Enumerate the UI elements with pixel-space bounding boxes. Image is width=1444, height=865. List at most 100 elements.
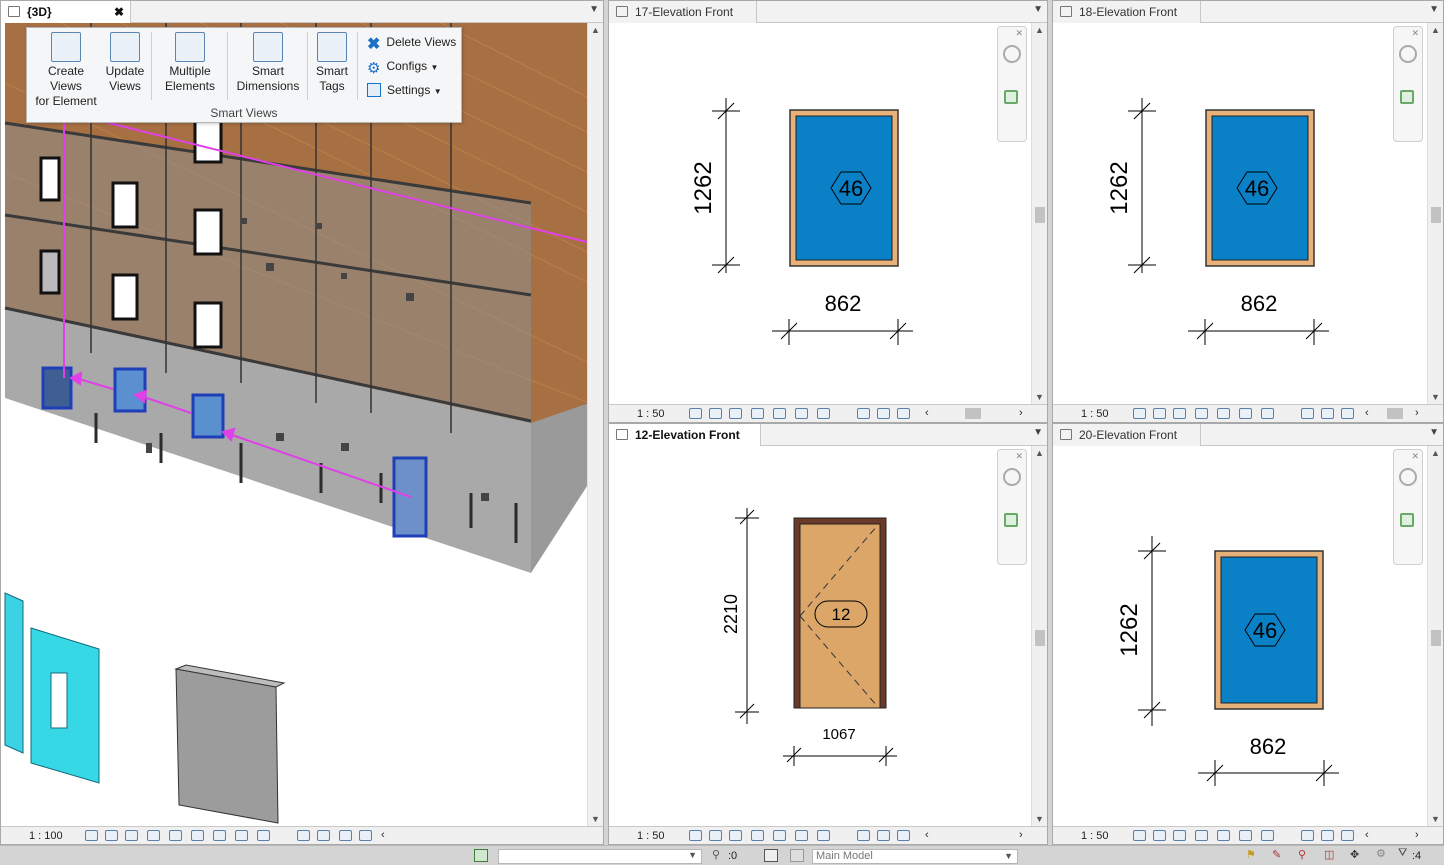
scroll-down-icon[interactable]: ▼ — [591, 814, 600, 824]
sun-path-icon[interactable] — [1173, 408, 1186, 419]
zoom-icon[interactable] — [1004, 90, 1018, 104]
worksharing-icon[interactable] — [1321, 408, 1334, 419]
view-3d-vscroll[interactable]: ▲ ▼ — [587, 23, 603, 826]
shadows-icon[interactable] — [147, 830, 160, 841]
sun-path-icon[interactable] — [729, 830, 742, 841]
tab-3d[interactable]: {3D} ✖ — [1, 1, 131, 23]
worksharing-icon[interactable] — [877, 408, 890, 419]
elevation-12-vscroll[interactable]: ▲ ▼ — [1031, 446, 1047, 826]
detail-level-icon[interactable] — [85, 830, 98, 841]
tab-elevation-20[interactable]: 20-Elevation Front — [1053, 424, 1201, 446]
reveal-hidden-icon[interactable] — [1239, 408, 1252, 419]
constraints-icon[interactable] — [339, 830, 352, 841]
zoom-icon[interactable] — [1400, 513, 1414, 527]
elevation-17-canvas[interactable]: 1262 46 862 ✕ — [609, 23, 1031, 404]
design-option-dropdown[interactable]: Main Model ▼ — [812, 849, 1018, 864]
tab-dropdown-icon[interactable]: ▼ — [1429, 4, 1439, 15]
elevation-12-canvas[interactable]: 2210 12 1067 ✕ — [609, 446, 1031, 826]
scroll-up-icon[interactable]: ▲ — [1431, 448, 1440, 458]
highlight-icon[interactable] — [297, 830, 310, 841]
sun-path-icon[interactable] — [729, 408, 742, 419]
smart-dimensions-button[interactable]: Smart Dimensions — [233, 32, 303, 94]
detail-level-icon[interactable] — [689, 408, 702, 419]
chevron-right-icon[interactable]: › — [1019, 407, 1023, 419]
drag-elements-icon[interactable]: ✥ — [1350, 848, 1359, 861]
elevation-17-vscroll[interactable]: ▲ ▼ — [1031, 23, 1047, 404]
chevron-left-icon[interactable]: ‹ — [1365, 407, 1369, 419]
zoom-icon[interactable] — [1004, 513, 1018, 527]
steering-wheel-icon[interactable] — [1003, 468, 1021, 486]
view-scale[interactable]: 1 : 50 — [1081, 830, 1109, 842]
update-views-button[interactable]: Update Views — [103, 32, 147, 94]
analysis-icon[interactable] — [257, 830, 270, 841]
temp-hide-icon[interactable] — [191, 830, 204, 841]
lock-view-icon[interactable] — [235, 830, 248, 841]
chevron-right-icon[interactable]: › — [1019, 829, 1023, 841]
view-scale[interactable]: 1 : 100 — [29, 830, 63, 842]
scroll-down-icon[interactable]: ▼ — [1431, 392, 1440, 402]
select-links-icon[interactable]: ⚑ — [1246, 848, 1256, 861]
filter-icon[interactable]: ⛛ — [1398, 847, 1407, 860]
constraints-icon[interactable] — [1341, 408, 1354, 419]
scroll-up-icon[interactable]: ▲ — [1035, 25, 1044, 35]
close-icon[interactable]: ✕ — [1411, 28, 1419, 39]
crop-view-icon[interactable] — [751, 830, 764, 841]
chevron-right-icon[interactable]: › — [1415, 829, 1419, 841]
close-icon[interactable]: ✕ — [1015, 451, 1023, 462]
temp-hide-icon[interactable] — [773, 830, 786, 841]
design-options-icon[interactable] — [764, 849, 778, 862]
visual-style-icon[interactable] — [105, 830, 118, 841]
chevron-left-icon[interactable]: ‹ — [925, 407, 929, 419]
delete-views-button[interactable]: ✖ Delete Views — [367, 33, 456, 53]
hscroll-thumb[interactable] — [965, 408, 981, 419]
settings-button[interactable]: Settings ▼ — [367, 81, 442, 101]
close-icon[interactable]: ✕ — [1411, 451, 1419, 462]
scroll-down-icon[interactable]: ▼ — [1431, 814, 1440, 824]
close-icon[interactable]: ✕ — [1015, 28, 1023, 39]
worksharing-icon[interactable] — [317, 830, 330, 841]
view-scale[interactable]: 1 : 50 — [637, 408, 665, 420]
background-process-icon[interactable]: ⚙ — [1376, 847, 1386, 860]
configs-button[interactable]: ⚙ Configs ▼ — [367, 57, 438, 77]
highlight-icon[interactable] — [1301, 830, 1314, 841]
detail-level-icon[interactable] — [1133, 830, 1146, 841]
steering-wheel-icon[interactable] — [1399, 45, 1417, 63]
chevron-left-icon[interactable]: ‹ — [1365, 829, 1369, 841]
temp-hide-icon[interactable] — [1217, 408, 1230, 419]
visual-style-icon[interactable] — [709, 408, 722, 419]
scroll-thumb[interactable] — [1035, 630, 1045, 646]
navigation-bar[interactable]: ✕ — [1393, 449, 1423, 565]
sun-path-icon[interactable] — [1173, 830, 1186, 841]
crop-view-icon[interactable] — [169, 830, 182, 841]
highlight-icon[interactable] — [1301, 408, 1314, 419]
worksets-icon[interactable] — [474, 849, 488, 862]
chevron-left-icon[interactable]: ‹ — [925, 829, 929, 841]
reveal-hidden-icon[interactable] — [1239, 830, 1252, 841]
selection-filter-icon[interactable]: ⚲ — [712, 848, 720, 861]
reveal-hidden-icon[interactable] — [795, 408, 808, 419]
multiple-elements-button[interactable]: Multiple Elements — [159, 32, 221, 94]
elevation-20-vscroll[interactable]: ▲ ▼ — [1427, 446, 1443, 826]
scroll-up-icon[interactable]: ▲ — [591, 25, 600, 35]
create-views-for-element-button[interactable]: Create Views for Element — [31, 32, 101, 109]
analysis-icon[interactable] — [1261, 830, 1274, 841]
scroll-thumb[interactable] — [1431, 207, 1441, 223]
select-underlay-icon[interactable]: ✎ — [1272, 848, 1281, 861]
elevation-18-canvas[interactable]: 1262 46 862 ✕ — [1053, 23, 1427, 404]
navigation-bar[interactable]: ✕ — [1393, 26, 1423, 142]
elevation-20-canvas[interactable]: 1262 46 862 ✕ — [1053, 446, 1427, 826]
tab-dropdown-icon[interactable]: ▼ — [1033, 4, 1043, 15]
tab-dropdown-icon[interactable]: ▼ — [589, 4, 599, 15]
navigation-bar[interactable]: ✕ — [997, 449, 1027, 565]
navigation-bar[interactable]: ✕ — [997, 26, 1027, 142]
select-pinned-icon[interactable]: ⚲ — [1298, 848, 1306, 861]
temp-hide-icon[interactable] — [1217, 830, 1230, 841]
highlight-icon[interactable] — [857, 830, 870, 841]
visual-style-icon[interactable] — [709, 830, 722, 841]
detail-level-icon[interactable] — [1133, 408, 1146, 419]
reveal-hidden-icon[interactable] — [795, 830, 808, 841]
reveal-hidden-icon[interactable] — [213, 830, 226, 841]
worksharing-icon[interactable] — [877, 830, 890, 841]
constraints-icon[interactable] — [897, 830, 910, 841]
workset-dropdown[interactable]: ▼ — [498, 849, 702, 864]
